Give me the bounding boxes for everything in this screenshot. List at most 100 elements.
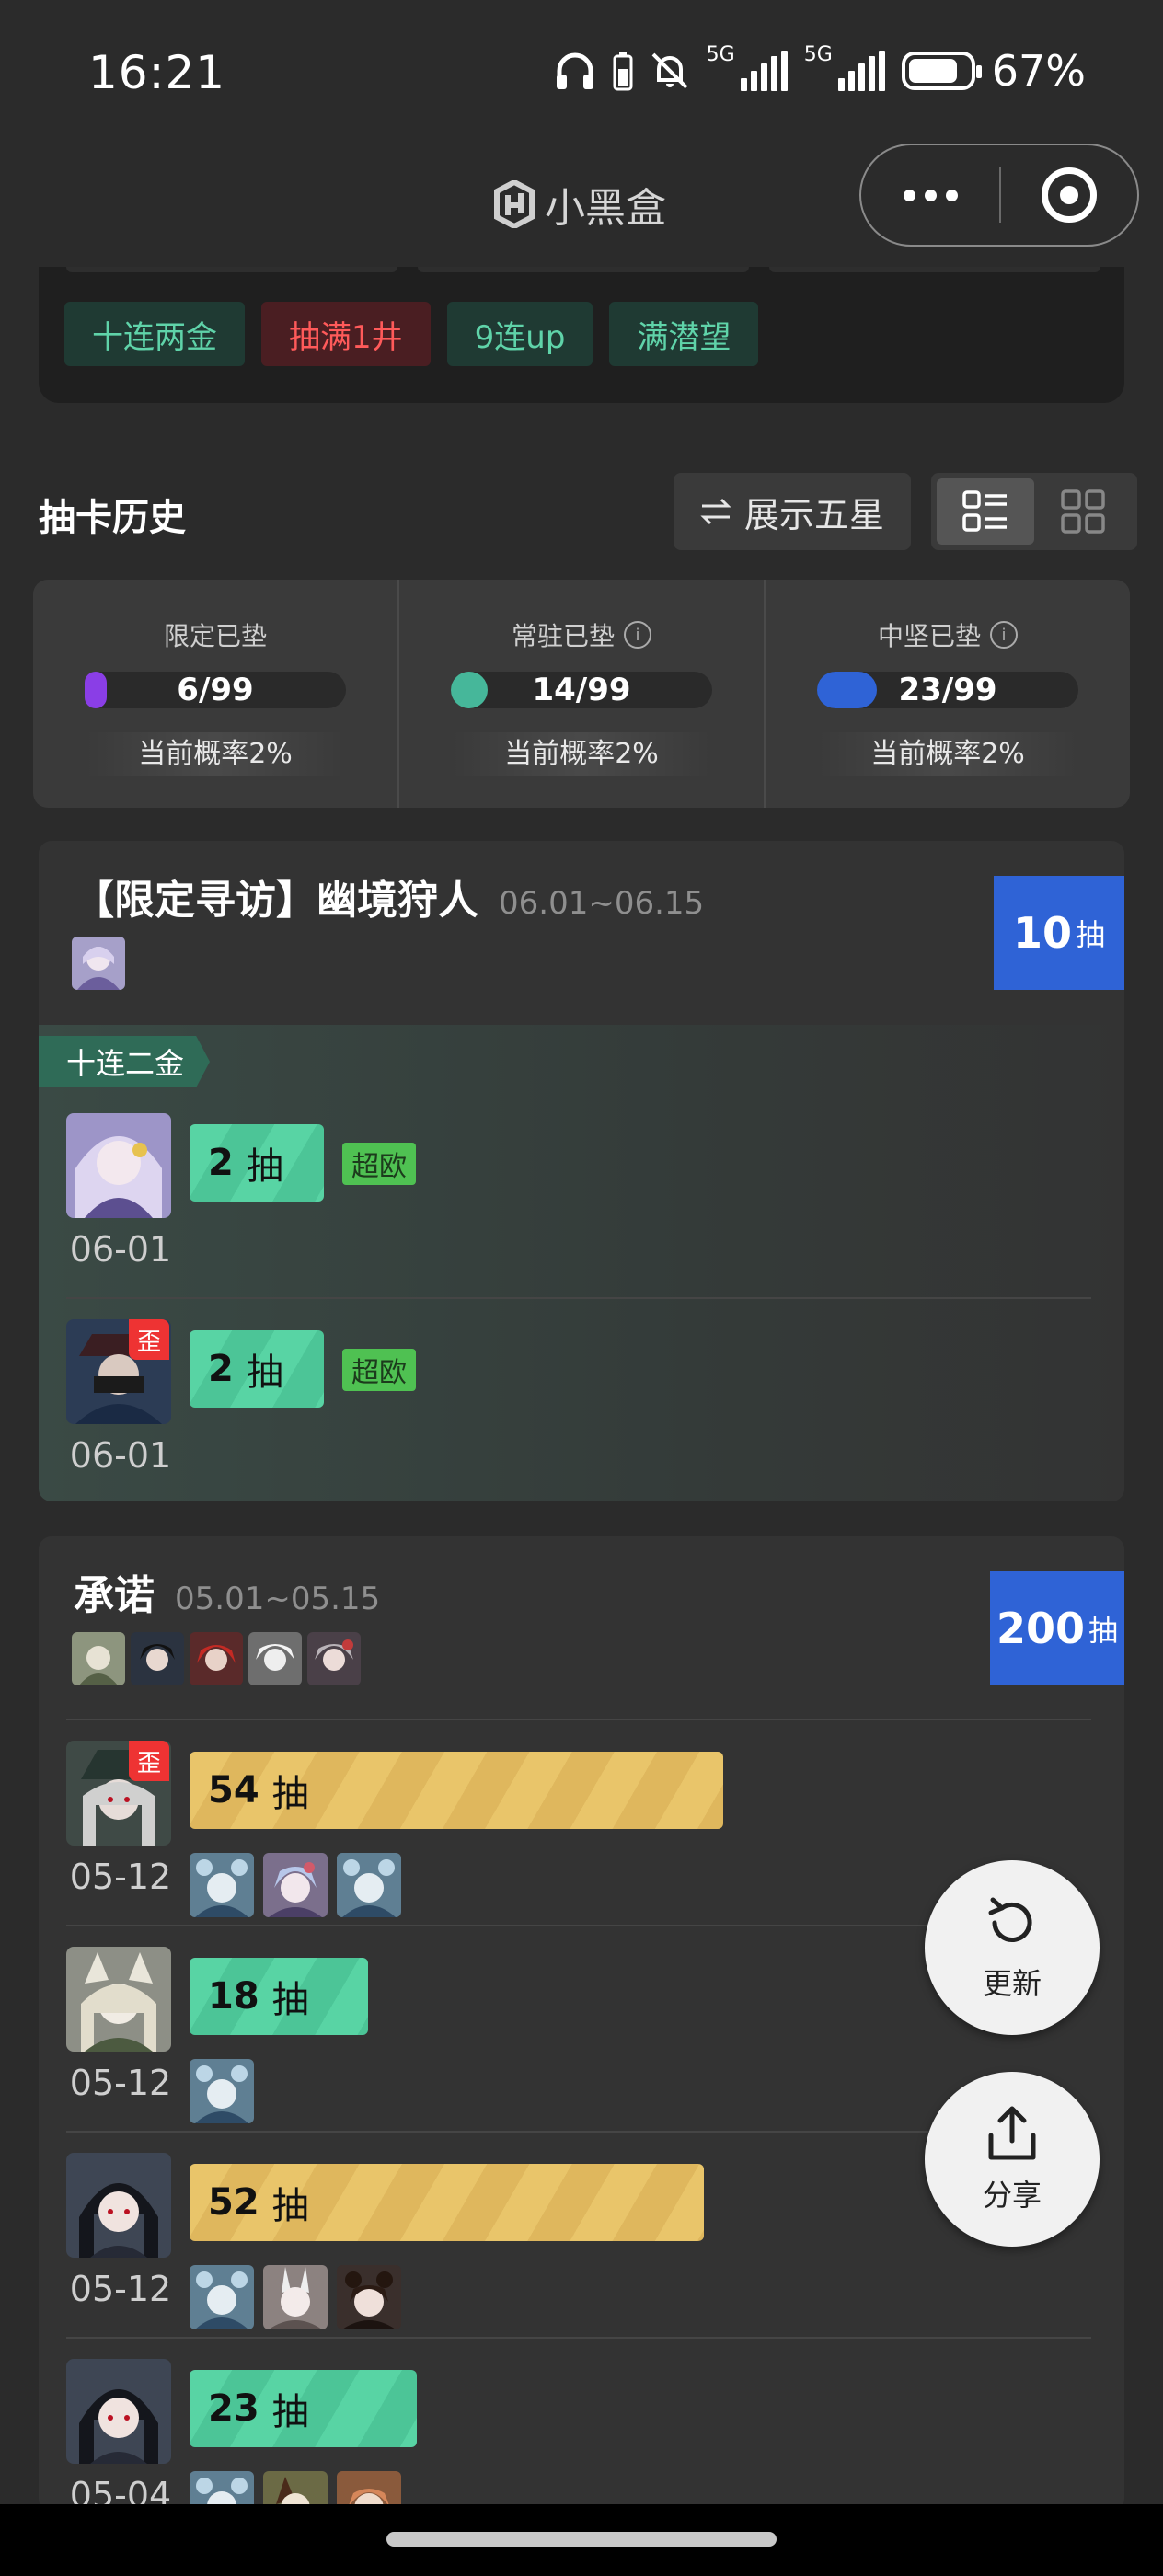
pull-count-bar: 54 抽 (190, 1752, 723, 1829)
pull-date: 05-12 (69, 2063, 172, 2103)
info-icon[interactable]: i (990, 621, 1018, 649)
lucky-badge: 超欧 (342, 1143, 416, 1185)
pull-date: 06-01 (69, 1435, 172, 1476)
view-toggle (931, 473, 1137, 550)
off-banner-badge: 歪 (129, 1741, 169, 1781)
summary-card-stubs (66, 267, 1100, 272)
operator-thumb (337, 2265, 401, 2329)
show-five-star-button[interactable]: 展示五星 (674, 473, 911, 550)
app-name: 小黑盒 (545, 185, 666, 232)
pity-value: 14/99 (532, 672, 631, 708)
operator-thumb (72, 1632, 125, 1685)
app-logo: 小黑盒 (493, 175, 666, 234)
refresh-label: 更新 (982, 1966, 1042, 2001)
operator-thumb (190, 2059, 254, 2123)
battery-percent: 67% (991, 46, 1086, 96)
pity-stat-limited: 限定已垫 6/99 当前概率2% (33, 580, 397, 808)
history-title: 抽卡历史 (39, 497, 186, 539)
pity-stat-core: 中坚已垫 i 23/99 当前概率2% (764, 580, 1130, 808)
off-banner-badge: 歪 (129, 1319, 169, 1360)
operator-thumb (263, 2265, 328, 2329)
tag-item: 9连up (446, 302, 593, 366)
pull-count-bar: 23 抽 (190, 2370, 417, 2447)
pull-count-bar: 2抽 (190, 1330, 324, 1408)
pool-operators (72, 937, 125, 990)
pity-rate: 当前概率2% (451, 732, 712, 776)
more-button[interactable] (861, 145, 999, 245)
info-icon[interactable]: i (624, 621, 651, 649)
grid-view-button[interactable] (1034, 478, 1132, 545)
achievement-tags: 十连两金 抽满1井 9连up 满潜望 (64, 302, 759, 366)
pity-label: 常驻已垫 i (399, 616, 764, 653)
pool-dates: 06.01~06.15 (499, 885, 705, 922)
heybox-logo-icon (494, 180, 535, 228)
pity-progress-bar: 23/99 (817, 672, 1078, 708)
pity-stats: 限定已垫 6/99 当前概率2% 常驻已垫 i 14/99 当前概率2% 中坚已垫… (33, 580, 1130, 808)
pity-value: 6/99 (177, 672, 254, 708)
pool-card: 【限定寻访】幽境狩人 06.01~06.15 10 抽 十连二金 06-01 2抽… (39, 841, 1124, 1501)
swap-icon (700, 498, 731, 525)
operator-thumb (337, 1853, 401, 1917)
pity-label: 限定已垫 (163, 621, 267, 651)
pull-count-bar: 52 抽 (190, 2164, 704, 2241)
pity-stat-standard: 常驻已垫 i 14/99 当前概率2% (397, 580, 764, 808)
refresh-icon (988, 1897, 1032, 1942)
operator-thumb (190, 1853, 254, 1917)
close-target-icon (1042, 167, 1097, 223)
pool-achievement-ribbon: 十连二金 (39, 1036, 211, 1087)
refresh-button[interactable]: 更新 (925, 1860, 1100, 2035)
operator-thumb (307, 1632, 361, 1685)
pull-row[interactable]: 歪 06-01 2抽 超欧 (39, 1297, 1124, 1501)
network-type-1: 5G (706, 43, 735, 66)
operator-avatar (66, 1113, 171, 1218)
pull-row[interactable]: 06-01 2抽 超欧 (39, 1091, 1124, 1297)
gesture-nav-bar (0, 2504, 1163, 2576)
share-icon (988, 2106, 1036, 2160)
tag-item: 满潜望 (609, 302, 759, 366)
pool-name: 【限定寻访】幽境狩人 (74, 877, 478, 924)
pull-count-bar: 18 抽 (190, 1958, 368, 2035)
row-divider (66, 1719, 1091, 1720)
battery-small-icon (613, 52, 633, 91)
row-divider (66, 2337, 1091, 2339)
pity-rate: 当前概率2% (85, 732, 346, 776)
share-button[interactable]: 分享 (925, 2072, 1100, 2247)
mini-program-capsule (859, 144, 1139, 247)
pool-title: 承诺 05.01~05.15 (74, 1562, 380, 1621)
lucky-badge: 超欧 (342, 1349, 416, 1391)
pool-title: 【限定寻访】幽境狩人 06.01~06.15 (74, 867, 704, 926)
list-view-icon (962, 490, 1007, 532)
grid-view-icon (1061, 489, 1105, 534)
mute-bell-icon (651, 52, 688, 89)
non-six-star-pulls (190, 2265, 401, 2329)
pity-progress-bar: 14/99 (451, 672, 712, 708)
show-five-star-label: 展示五星 (743, 494, 884, 535)
pity-rate: 当前概率2% (817, 732, 1078, 776)
share-label: 分享 (982, 2178, 1042, 2213)
operator-thumb (72, 937, 125, 990)
close-button[interactable] (1001, 167, 1137, 223)
pull-date: 05-12 (69, 1857, 172, 1897)
status-bar: 16:21 5G 5G 67% (0, 0, 1163, 147)
operator-thumb (190, 1632, 243, 1685)
non-six-star-pulls (190, 1853, 401, 1917)
battery-icon (901, 52, 982, 90)
operator-thumb (131, 1632, 184, 1685)
operator-avatar (66, 1947, 171, 2052)
pull-row[interactable]: 05-04 23 抽 (39, 2337, 1124, 2512)
home-indicator[interactable] (386, 2532, 777, 2547)
pity-progress-bar: 6/99 (85, 672, 346, 708)
summary-card: 十连两金 抽满1井 9连up 满潜望 (39, 267, 1124, 403)
pool-count: 200 抽 (990, 1571, 1124, 1685)
list-view-button[interactable] (937, 478, 1034, 545)
pool-operators (72, 1632, 361, 1685)
tag-item: 抽满1井 (261, 302, 431, 366)
title-bar: 小黑盒 (0, 144, 1163, 267)
pull-date: 06-01 (69, 1229, 172, 1270)
row-divider (66, 1297, 1091, 1299)
status-time: 16:21 (88, 46, 226, 99)
signal-icon-2 (837, 51, 885, 91)
operator-avatar (66, 2359, 171, 2464)
status-icons: 5G 5G 67% (554, 43, 1086, 96)
operator-avatar (66, 2153, 171, 2258)
